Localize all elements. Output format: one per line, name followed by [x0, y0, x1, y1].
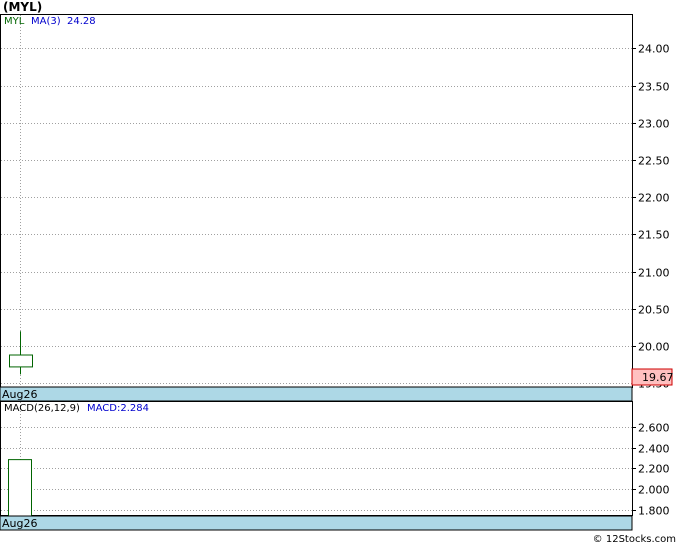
- y-tick-label: 20.00: [638, 341, 670, 354]
- price-axis: 24.00 23.50 23.00 22.50 22.00 21.50 21.00 20.50…: [632, 43, 670, 391]
- price-panel: [0, 14, 633, 388]
- price-legend-ma-value: 24.28: [67, 16, 96, 27]
- y-tick-label: 1.800: [638, 505, 670, 518]
- y-tick-label: 21.00: [638, 267, 670, 280]
- macd-axis: 2.600 2.400 2.200 2.000 1.800: [632, 422, 670, 518]
- y-tick-label: 21.50: [638, 229, 670, 242]
- macd-bar: [8, 459, 32, 517]
- price-date-label: Aug26: [2, 388, 37, 401]
- candle-body: [9, 354, 33, 368]
- y-tick-label: 2.000: [638, 484, 670, 497]
- y-tick-label: 22.00: [638, 192, 670, 205]
- price-legend-symbol: MYL: [4, 16, 25, 27]
- y-tick-label: 20.50: [638, 304, 670, 317]
- stock-chart: 24.00 23.50 23.00 22.50 22.00 21.50 21.00 20.50…: [0, 14, 674, 531]
- price-legend-ma-label: MA(3): [31, 16, 61, 27]
- macd-bars: [8, 459, 32, 517]
- y-tick-label: 2.400: [638, 443, 670, 456]
- price-date-band: [0, 386, 633, 402]
- last-price-value: 19.67: [642, 371, 674, 384]
- y-tick-label: 23.50: [638, 81, 670, 94]
- macd-date-band: [0, 515, 633, 531]
- copyright-footer: © 12Stocks.com: [592, 534, 676, 545]
- y-tick-label: 2.600: [638, 422, 670, 435]
- y-tick-label: 22.50: [638, 155, 670, 168]
- macd-legend-label: MACD(26,12,9): [4, 403, 80, 414]
- y-tick-label: 23.00: [638, 118, 670, 131]
- macd-date-label: Aug26: [2, 517, 37, 530]
- macd-panel: [0, 401, 633, 516]
- macd-legend-value: MACD:2.284: [87, 403, 149, 414]
- y-tick-label: 24.00: [638, 43, 670, 56]
- y-tick-label: 2.200: [638, 463, 670, 476]
